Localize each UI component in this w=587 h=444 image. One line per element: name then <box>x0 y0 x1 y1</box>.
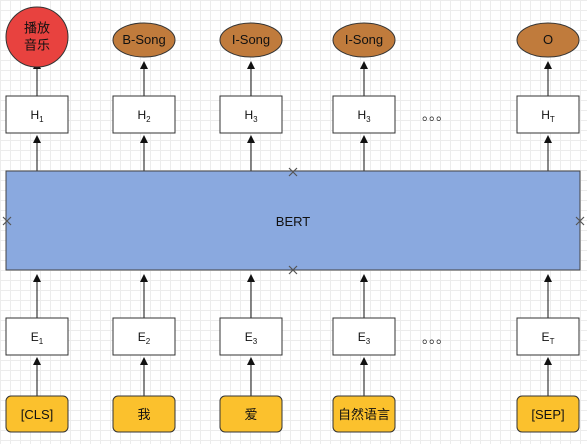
bert-diagram: BERT 播放音乐H1E1[CLS]B-SongH2E2我I-SongH3E3爱… <box>2 6 585 433</box>
input-token-label: 我 <box>137 407 150 422</box>
bert-label: BERT <box>276 214 310 229</box>
embedding-ellipsis: 。。。 <box>422 330 450 346</box>
output-label: I-Song <box>232 32 270 47</box>
output-label: I-Song <box>345 32 383 47</box>
output-label: B-Song <box>122 32 165 47</box>
hidden-ellipsis: 。。。 <box>422 107 450 123</box>
input-token-label: [CLS] <box>21 407 54 422</box>
input-token-label: 爱 <box>244 407 257 422</box>
output-label: O <box>543 32 553 47</box>
input-token-label: 自然语言 <box>338 407 390 422</box>
input-token-label: [SEP] <box>531 407 564 422</box>
